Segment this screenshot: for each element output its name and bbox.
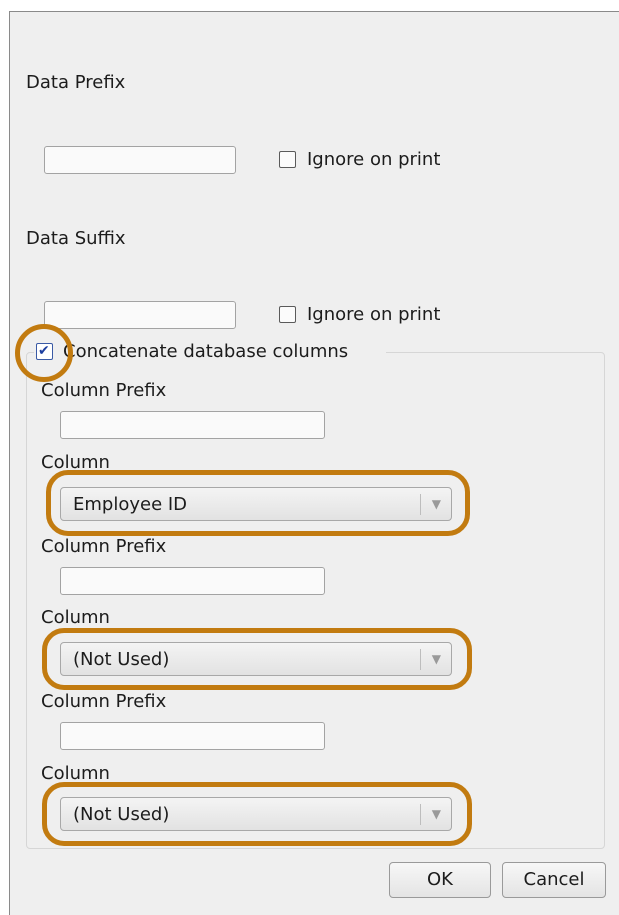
column-label: Column (41, 452, 110, 473)
column-select[interactable]: (Not Used) ▼ (60, 797, 452, 831)
column-label: Column (41, 607, 110, 628)
data-suffix-label: Data Suffix (26, 228, 126, 249)
column-select-value: Employee ID (73, 494, 188, 515)
column-prefix-label: Column Prefix (41, 691, 167, 712)
column-select[interactable]: Employee ID ▼ (60, 487, 452, 521)
chevron-down-icon: ▼ (431, 807, 441, 821)
concatenate-label[interactable]: Concatenate database columns (63, 341, 348, 362)
chevron-down-icon: ▼ (431, 497, 441, 511)
column-prefix-input[interactable] (60, 411, 325, 439)
column-label: Column (41, 763, 110, 784)
column-select-value: (Not Used) (73, 804, 170, 825)
column-prefix-input[interactable] (60, 567, 325, 595)
ok-button[interactable]: OK (389, 862, 491, 898)
data-suffix-ignore-checkbox[interactable] (279, 306, 296, 323)
column-prefix-label: Column Prefix (41, 380, 167, 401)
data-suffix-input[interactable] (44, 301, 236, 329)
cancel-button[interactable]: Cancel (502, 862, 606, 898)
data-prefix-label: Data Prefix (26, 72, 126, 93)
column-prefix-input[interactable] (60, 722, 325, 750)
concatenate-checkbox[interactable]: ✔ (36, 343, 53, 360)
data-prefix-ignore-label[interactable]: Ignore on print (307, 149, 440, 170)
column-prefix-label: Column Prefix (41, 536, 167, 557)
checkmark-icon: ✔ (38, 343, 50, 359)
data-suffix-ignore-label[interactable]: Ignore on print (307, 304, 440, 325)
data-prefix-input[interactable] (44, 146, 236, 174)
column-select[interactable]: (Not Used) ▼ (60, 642, 452, 676)
data-prefix-ignore-checkbox[interactable] (279, 151, 296, 168)
column-select-value: (Not Used) (73, 649, 170, 670)
chevron-down-icon: ▼ (431, 652, 441, 666)
